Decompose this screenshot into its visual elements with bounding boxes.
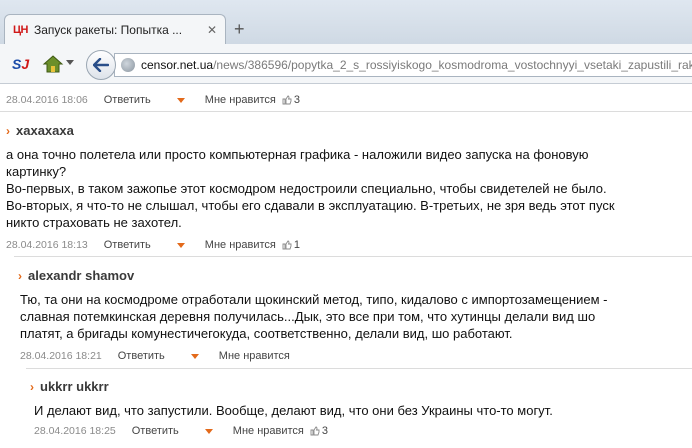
back-arrow-icon	[93, 58, 109, 72]
comment-meta: 28.04.2016 18:25 Ответить Мне нравится 3	[34, 425, 328, 437]
tab-strip: ЦН Запуск ракеты: Попытка ... ✕ +	[0, 0, 692, 44]
address-bar[interactable]: censor.net.ua/news/386596/popytka_2_s_ro…	[114, 53, 692, 77]
comment-text: И делают вид, что запустили. Вообще, дел…	[34, 403, 553, 418]
reply-link[interactable]: Ответить	[104, 239, 151, 251]
chevron-right-icon: ›	[18, 268, 22, 283]
chevron-right-icon: ›	[6, 123, 10, 138]
thumbs-up-icon	[282, 240, 292, 250]
reply-link[interactable]: Ответить	[104, 94, 151, 106]
like-link[interactable]: Мне нравится	[219, 350, 290, 362]
divider	[0, 111, 692, 112]
comment-date: 28.04.2016 18:25	[34, 425, 116, 437]
dropdown-caret-icon[interactable]	[204, 428, 213, 434]
dropdown-caret-icon[interactable]	[176, 97, 185, 103]
reply-link[interactable]: Ответить	[132, 425, 179, 437]
comment-meta: 28.04.2016 18:21 Ответить Мне нравится	[20, 350, 296, 362]
like-link[interactable]: Мне нравится	[205, 239, 276, 251]
comment-date: 28.04.2016 18:21	[20, 350, 102, 362]
globe-icon	[121, 58, 135, 72]
browser-tab[interactable]: ЦН Запуск ракеты: Попытка ... ✕	[4, 14, 226, 44]
comment-date: 28.04.2016 18:13	[6, 239, 88, 251]
tab-title: Запуск ракеты: Попытка ...	[33, 22, 183, 37]
comment-meta: 28.04.2016 18:06 Ответить Мне нравится 3	[6, 94, 300, 106]
like-link[interactable]: Мне нравится	[233, 425, 304, 437]
browser-toolbar: SJ censor.net.ua/news/386596/popytka_2_s…	[0, 44, 692, 84]
like-count[interactable]: 3	[310, 425, 328, 437]
dropdown-caret-icon[interactable]	[190, 353, 199, 359]
comment-author[interactable]: › хахахаха	[6, 123, 74, 138]
divider	[14, 256, 692, 257]
comment-meta: 28.04.2016 18:13 Ответить Мне нравится 1	[6, 239, 300, 251]
close-icon[interactable]: ✕	[205, 23, 219, 37]
like-count[interactable]: 3	[282, 94, 300, 106]
extension-sj-icon[interactable]: SJ	[12, 56, 29, 72]
chevron-right-icon: ›	[30, 379, 34, 394]
comments-section: 28.04.2016 18:06 Ответить Мне нравится 3…	[0, 85, 692, 448]
censor-favicon: ЦН	[13, 23, 28, 36]
dropdown-caret-icon[interactable]	[176, 242, 185, 248]
comment-text: Тю, та они на космодроме отработали щоки…	[20, 292, 608, 341]
reply-link[interactable]: Ответить	[118, 350, 165, 362]
home-icon[interactable]	[42, 54, 64, 74]
thumbs-up-icon	[310, 426, 320, 436]
thumbs-up-icon	[282, 95, 292, 105]
comment-date: 28.04.2016 18:06	[6, 94, 88, 106]
comment-author[interactable]: › alexandr shamov	[18, 268, 134, 283]
plus-icon[interactable]: +	[234, 20, 245, 38]
chevron-down-icon[interactable]	[66, 60, 74, 65]
like-count[interactable]: 1	[282, 239, 300, 251]
divider	[26, 368, 692, 369]
back-button[interactable]	[86, 50, 116, 80]
like-link[interactable]: Мне нравится	[205, 94, 276, 106]
comment-author[interactable]: › ukkrr ukkrr	[30, 379, 109, 394]
comment-text: а она точно полетела или просто компьюте…	[6, 147, 615, 230]
url-text: censor.net.ua/news/386596/popytka_2_s_ro…	[141, 58, 692, 72]
